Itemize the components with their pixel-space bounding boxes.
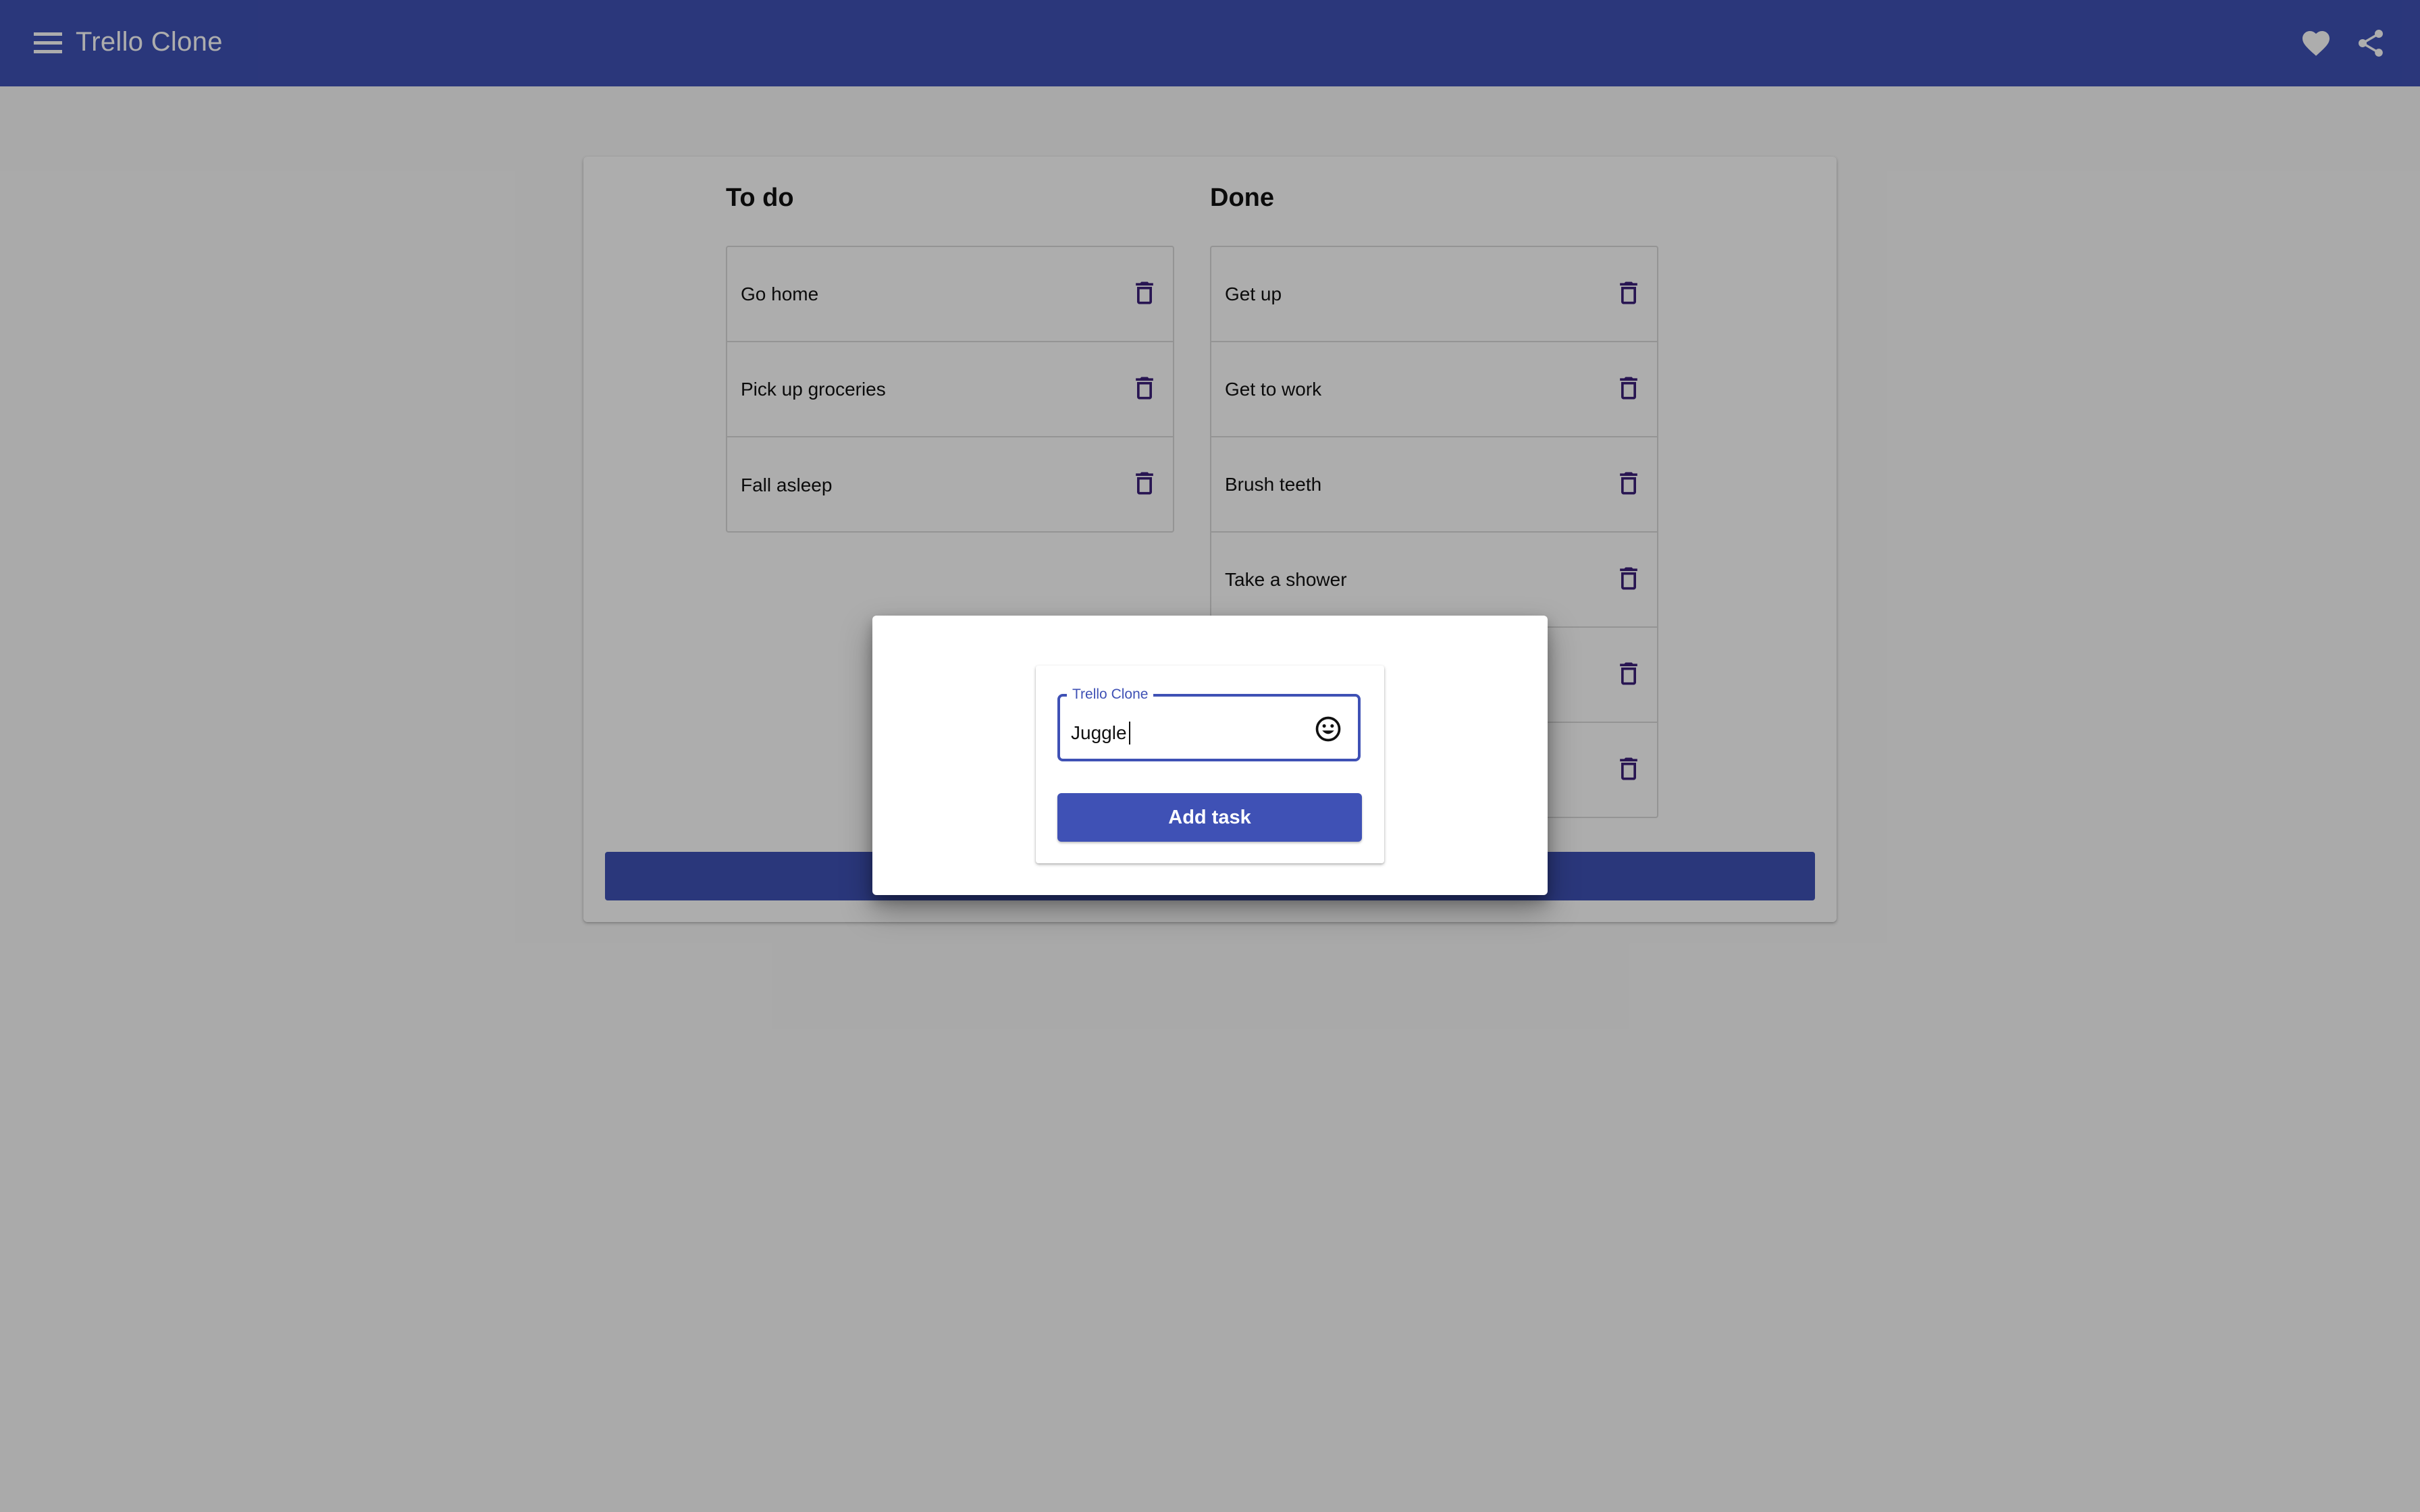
task-input[interactable] [1071, 716, 1300, 751]
emoji-icon[interactable] [1313, 714, 1343, 744]
task-input-label: Trello Clone [1067, 686, 1154, 703]
add-task-button[interactable]: Add task [1057, 793, 1362, 842]
text-caret [1129, 722, 1130, 745]
